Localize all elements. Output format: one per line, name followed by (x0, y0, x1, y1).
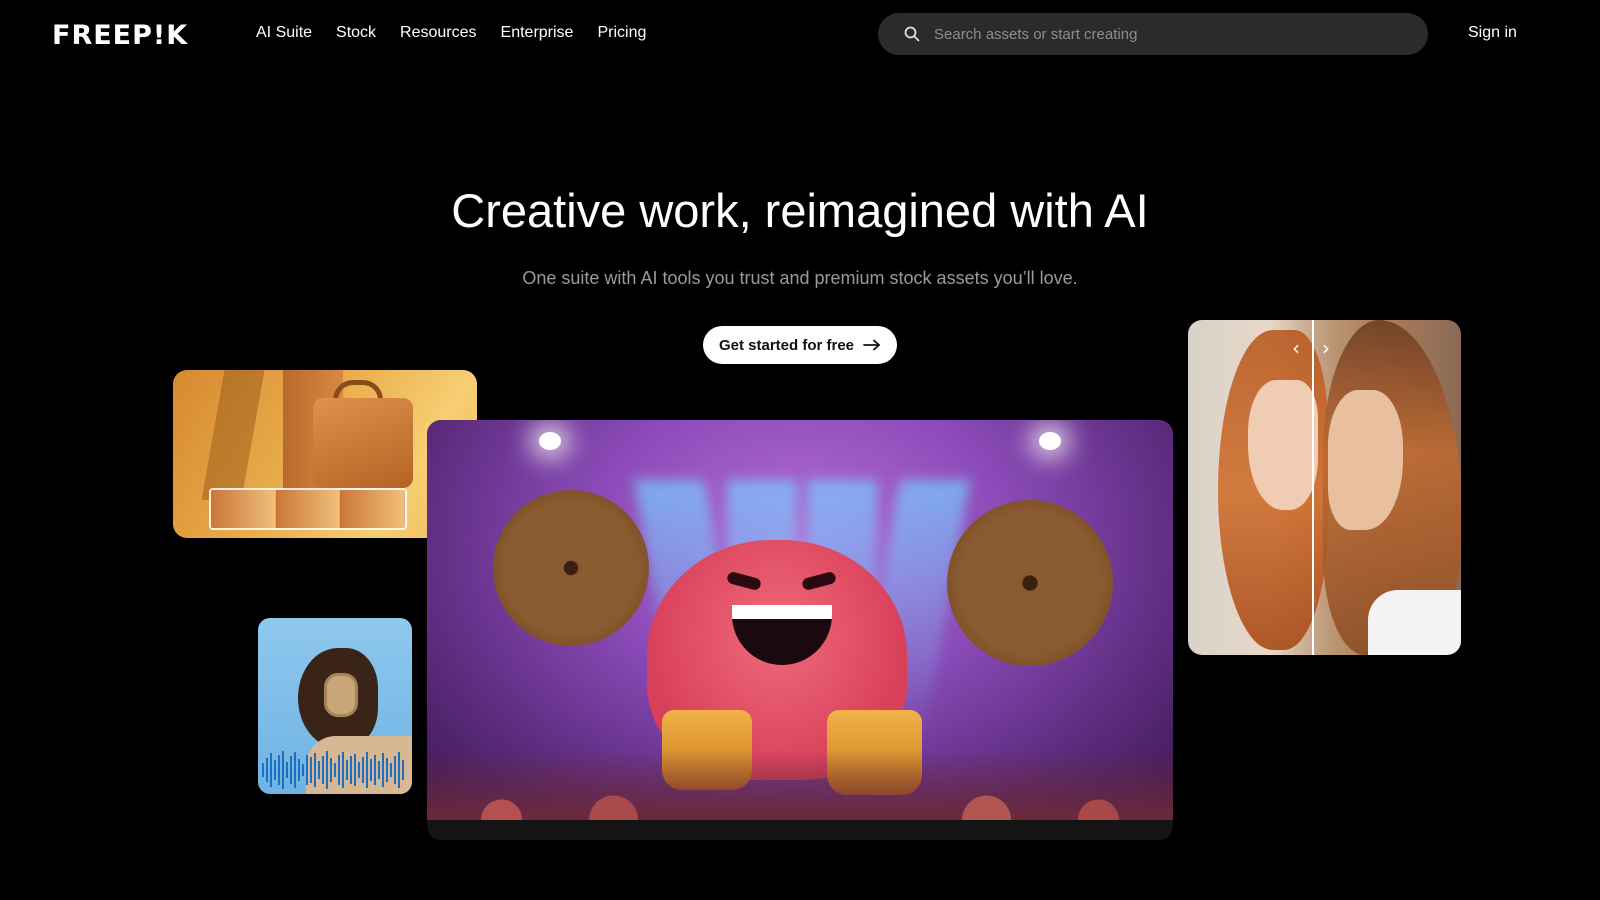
handbag-illustration (313, 398, 413, 488)
hero-subtitle: One suite with AI tools you trust and pr… (522, 268, 1078, 288)
nav-ai-suite[interactable]: AI Suite (256, 24, 312, 42)
arrow-right-icon (863, 339, 880, 351)
audio-waveform (262, 750, 408, 790)
thumbnail-strip[interactable] (209, 488, 407, 530)
portrait-face-left (1248, 380, 1318, 510)
nav-enterprise[interactable]: Enterprise (501, 24, 574, 42)
stage-spotlight (539, 432, 561, 450)
cymbal-right (947, 500, 1113, 666)
compare-slider-handle[interactable] (1312, 320, 1314, 655)
main-nav: AI Suite Stock Resources Enterprise Pric… (256, 24, 646, 42)
top-header: FREEP!K AI Suite Stock Resources Enterpr… (0, 0, 1600, 68)
get-started-label: Get started for free (718, 336, 855, 354)
audience-crowd (427, 750, 1173, 820)
chevron-right-icon[interactable]: › (1316, 338, 1336, 358)
chevron-left-icon[interactable]: ‹ (1286, 338, 1306, 358)
nav-pricing[interactable]: Pricing (597, 24, 646, 42)
stage-spotlight (1039, 432, 1061, 450)
search-input[interactable] (934, 25, 1394, 43)
search-icon (904, 26, 920, 42)
sign-in-link[interactable]: Sign in (1468, 24, 1517, 42)
hero-title: Creative work, reimagined with AI (451, 184, 1149, 237)
thumbnail[interactable] (275, 490, 341, 528)
get-started-button[interactable]: Get started for free (703, 326, 897, 364)
headphones-audio-card[interactable] (258, 618, 412, 794)
thumbnail[interactable] (211, 490, 276, 528)
nav-stock[interactable]: Stock (336, 24, 376, 42)
drummer-scene (427, 420, 1173, 820)
freepik-logo[interactable]: FREEP!K (52, 20, 188, 51)
video-control-bar[interactable] (427, 820, 1173, 840)
search-bar[interactable] (878, 13, 1428, 55)
portrait-face-right (1328, 390, 1403, 530)
drummer-video-card[interactable] (427, 420, 1173, 840)
headphones-icon (324, 673, 358, 717)
portrait-compare-card[interactable]: ‹ › (1188, 320, 1461, 655)
thumbnail[interactable] (340, 490, 405, 528)
portrait-shirt (1368, 590, 1461, 655)
nav-resources[interactable]: Resources (400, 24, 476, 42)
shadow-shape (201, 370, 265, 500)
cymbal-left (493, 490, 649, 646)
